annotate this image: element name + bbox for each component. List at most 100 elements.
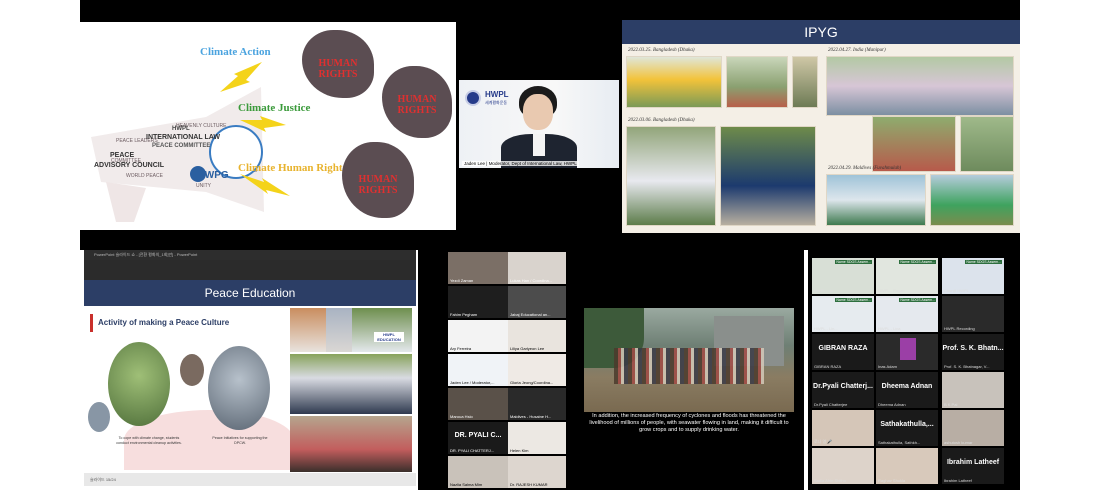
human-rights-head: HUMAN RIGHTS	[342, 142, 414, 218]
participant-tile[interactable]: Dr.Pyali Chatterj... Dr.Pyali Chatterjee	[812, 372, 874, 408]
participant-tile[interactable]: Name SDGS Assem... Chunjil HWPL	[942, 258, 1004, 294]
head-text: HUMAN RIGHTS	[358, 174, 398, 196]
participant-tile[interactable]: HWPL Recording	[942, 296, 1004, 332]
participant-name: DR. PYALI CHATTERJ...	[450, 448, 495, 453]
hwpl-brand-sub: 세계평화운동	[485, 100, 508, 105]
sdgs-badge: Name SDGS Assem...	[899, 298, 936, 302]
moderator-video: HWPL 세계평화운동 Jaden Lee | Moderator, Dept …	[459, 80, 619, 168]
moderator-name-tag: Jaden Lee | Moderator, Dept of Internati…	[462, 161, 579, 166]
photo-caption: 2022.04.29. Maldives (Fuvahmulah)	[828, 166, 902, 171]
ipyg-title: IPYG	[622, 20, 1020, 44]
participant-name: Jaden Lee / Moderator,...	[450, 380, 495, 385]
participant-name: Raghav Shukla	[878, 478, 906, 483]
participant-tile[interactable]: Name SDGS Assem... HWPL - Lin...	[812, 296, 874, 332]
participant-tile[interactable]: Inas Adam	[876, 334, 938, 370]
participant-name: Maldives - Husaine H...	[510, 414, 552, 419]
avatar	[900, 338, 916, 360]
participant-tile[interactable]: Prof. S. K. Bhatn... Prof. S. K. Bhatnaga…	[942, 334, 1004, 370]
participant-tile[interactable]: Jaden Lee / Moderator,...	[448, 354, 508, 386]
participant-big-name: Sathakathulla,...	[880, 421, 934, 428]
right-gallery-panel: Name SDGS Assem... HWPL - Jo.. Name SDGS A…	[808, 250, 1020, 490]
label-climate-justice: Climate Justice	[238, 102, 311, 114]
participant-big-name: GIBRAN RAZA	[818, 345, 868, 352]
participant-name: Chunjil HWPL	[944, 288, 969, 293]
human-rights-head: HUMAN RIGHTS	[302, 30, 374, 98]
event-photo	[930, 174, 1014, 226]
sdgs-badge: Name SDGS Assem...	[965, 260, 1002, 264]
label-climate-human-right: Climate Human Right	[238, 162, 343, 174]
participant-big-name: Dr.Pyali Chatterj...	[813, 383, 873, 390]
participant-tile[interactable]: Name SDGS Assem... HWPL - Lina	[876, 296, 938, 332]
participant-tile[interactable]: Dheema Adnan Dheema Adnan	[876, 372, 938, 408]
climate-slide-panel: PEACE LEADERSHEAVENLY CULTURE COMMITTEEO…	[80, 0, 456, 250]
moderator-collar	[533, 134, 545, 156]
powerpoint-titlebar: PowerPoint 슬라이드 쇼 - [전환 평화의_1회]만] - Powe…	[84, 250, 416, 260]
participant-big-name: Ibrahim Latheef	[946, 459, 1000, 466]
participant-tile[interactable]: Name SDGS Assem... HWPL - Jo..	[812, 258, 874, 294]
participant-tile[interactable]: Name SDGS Assem... HWPL - Rayan	[876, 258, 938, 294]
ipyg-slide: IPYG 2022.03.25. Bangladesh (Dhaka) 2022…	[622, 20, 1020, 233]
event-photo	[872, 116, 956, 172]
sdgs-badge: Name SDGS Assem...	[835, 260, 872, 264]
participant-tile[interactable]: Sadia Afrin Shitho	[812, 448, 874, 484]
participant-tile[interactable]: Dr. RAJESH KUMAR	[508, 456, 566, 488]
participant-name: HWPL - Jo..	[814, 288, 836, 293]
participant-big-name: Prof. S. K. Bhatn...	[942, 345, 1004, 352]
participant-tile[interactable]: Fahim Pegham	[448, 286, 508, 318]
participant-name: Fahim Pegham	[450, 312, 478, 317]
ipyg-slide-panel: IPYG 2022.03.25. Bangladesh (Dhaka) 2022…	[622, 0, 1020, 250]
participant-tile[interactable]: Maroua Hsio	[448, 388, 508, 420]
megaphone-word-committee: PEACE COMMITTEE	[152, 143, 211, 149]
participant-name: Lukas Han / Coordina...	[510, 278, 553, 283]
participant-name: Sadia Afrin Shitho	[814, 478, 846, 483]
participant-tile[interactable]: Gloria Jeong/Coordina...	[508, 354, 566, 386]
participant-name: Liliya Garlyeon Lee	[510, 346, 545, 351]
activity-photo-circle	[208, 346, 270, 430]
participant-tile[interactable]: Lukas Han / Coordina...	[508, 252, 566, 284]
participant-tile[interactable]: Nazlia Salma Mim	[448, 456, 508, 488]
photo-caption: 2022.03.06. Bangladesh (Dhaka)	[628, 118, 695, 123]
gallery-panel: Yezdi Zaman Lukas Han / Coordina... Fahi…	[418, 250, 804, 490]
peace-education-panel: PowerPoint 슬라이드 쇼 - [전환 평화의_1회]만] - Powe…	[84, 250, 416, 486]
event-photo	[792, 56, 818, 108]
participant-tile[interactable]: Liliya Garlyeon Lee	[508, 320, 566, 352]
sdgs-badge: Name SDGS Assem...	[835, 298, 872, 302]
participant-tile[interactable]: 로나 영 🎤	[812, 410, 874, 446]
svg-text:UNITY: UNITY	[196, 183, 212, 189]
participant-tile[interactable]: Maldives - Husaine H...	[508, 388, 566, 420]
participant-tile[interactable]: Sathakathulla,... Sathakathulla, Sathkh..…	[876, 410, 938, 446]
participant-tile[interactable]: Jabaj Educational an...	[508, 286, 566, 318]
student-photo	[290, 416, 412, 472]
participant-tile[interactable]: B K Pal	[942, 372, 1004, 408]
participant-tile[interactable]: Ibrahim Latheef Ibrahim Latheef	[942, 448, 1004, 484]
participant-tile[interactable]: Raghav Shukla	[876, 448, 938, 484]
photo-caption: 2022.04.27. India (Manipur)	[828, 48, 886, 53]
student-photo	[352, 308, 412, 352]
event-photo	[726, 56, 788, 108]
event-photo	[626, 56, 722, 108]
participant-tile[interactable]: GIBRAN RAZA GIBRAN RAZA	[812, 334, 874, 370]
participant-name: Nazlia Salma Mim	[450, 482, 483, 487]
activity-photo-circle	[180, 354, 204, 386]
powerpoint-statusbar: 슬라이드 15/24	[84, 473, 416, 486]
video-subtitle: In addition, the increased frequency of …	[584, 412, 794, 435]
participant-name: Maroua Hsio	[450, 414, 473, 419]
participant-tile[interactable]: Helen Kim	[508, 422, 566, 454]
participant-name: Ibrahim Latheef	[944, 478, 972, 483]
participant-tile[interactable]: ashutosh kumar	[942, 410, 1004, 446]
participant-tile[interactable]: Ary Ferreira	[448, 320, 508, 352]
event-photo	[960, 116, 1014, 172]
participant-big-name: Dheema Adnan	[881, 383, 933, 390]
megaphone-word-hwpl: HWPL	[172, 126, 190, 132]
participant-name: ashutosh kumar	[944, 440, 973, 445]
student-photo	[326, 308, 352, 352]
participant-name: B K Pal	[944, 402, 958, 407]
participant-tile[interactable]: DR. PYALI C... DR. PYALI CHATTERJ...	[448, 422, 508, 454]
hwpl-brand: HWPL	[485, 90, 509, 99]
participant-name: Jabaj Educational an...	[510, 312, 551, 317]
peace-text-left: To cope with climate change, students co…	[116, 436, 182, 445]
participant-tile[interactable]: Yezdi Zaman	[448, 252, 508, 284]
head-text: HUMAN RIGHTS	[318, 58, 358, 80]
iwpg-logo-text: IWPG	[202, 170, 229, 181]
participant-name: Sathakathulla, Sathkh...	[878, 440, 921, 445]
